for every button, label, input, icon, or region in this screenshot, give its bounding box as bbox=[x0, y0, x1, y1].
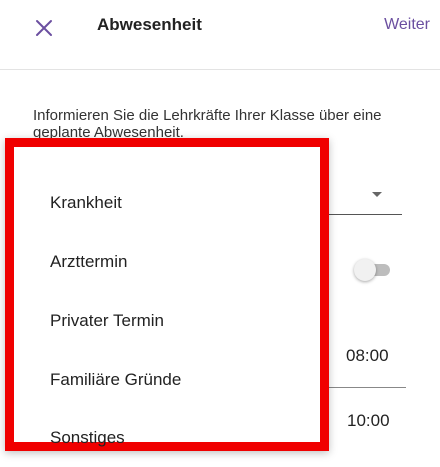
info-text: Informieren Sie die Lehrkräfte Ihrer Kla… bbox=[33, 107, 382, 141]
start-time-value[interactable]: 08:00 bbox=[346, 346, 389, 366]
menu-item-sonstiges[interactable]: Sonstiges bbox=[14, 409, 320, 467]
chevron-down-icon[interactable] bbox=[372, 192, 382, 197]
menu-item-privater-termin[interactable]: Privater Termin bbox=[14, 292, 320, 350]
next-button[interactable]: Weiter bbox=[384, 16, 430, 34]
toggle-knob bbox=[354, 259, 376, 281]
reason-dropdown-menu: Krankheit Arzttermin Privater Termin Fam… bbox=[5, 138, 329, 451]
menu-item-familiaere-gruende[interactable]: Familiäre Gründe bbox=[14, 351, 320, 409]
end-time-value[interactable]: 10:00 bbox=[347, 411, 390, 431]
close-icon bbox=[36, 20, 52, 36]
page-title: Abwesenheit bbox=[97, 15, 202, 34]
close-button[interactable] bbox=[24, 8, 64, 48]
all-day-toggle[interactable] bbox=[354, 258, 396, 282]
menu-item-arzttermin[interactable]: Arzttermin bbox=[14, 233, 320, 291]
menu-item-krankheit[interactable]: Krankheit bbox=[14, 174, 320, 232]
header-divider bbox=[0, 69, 440, 70]
